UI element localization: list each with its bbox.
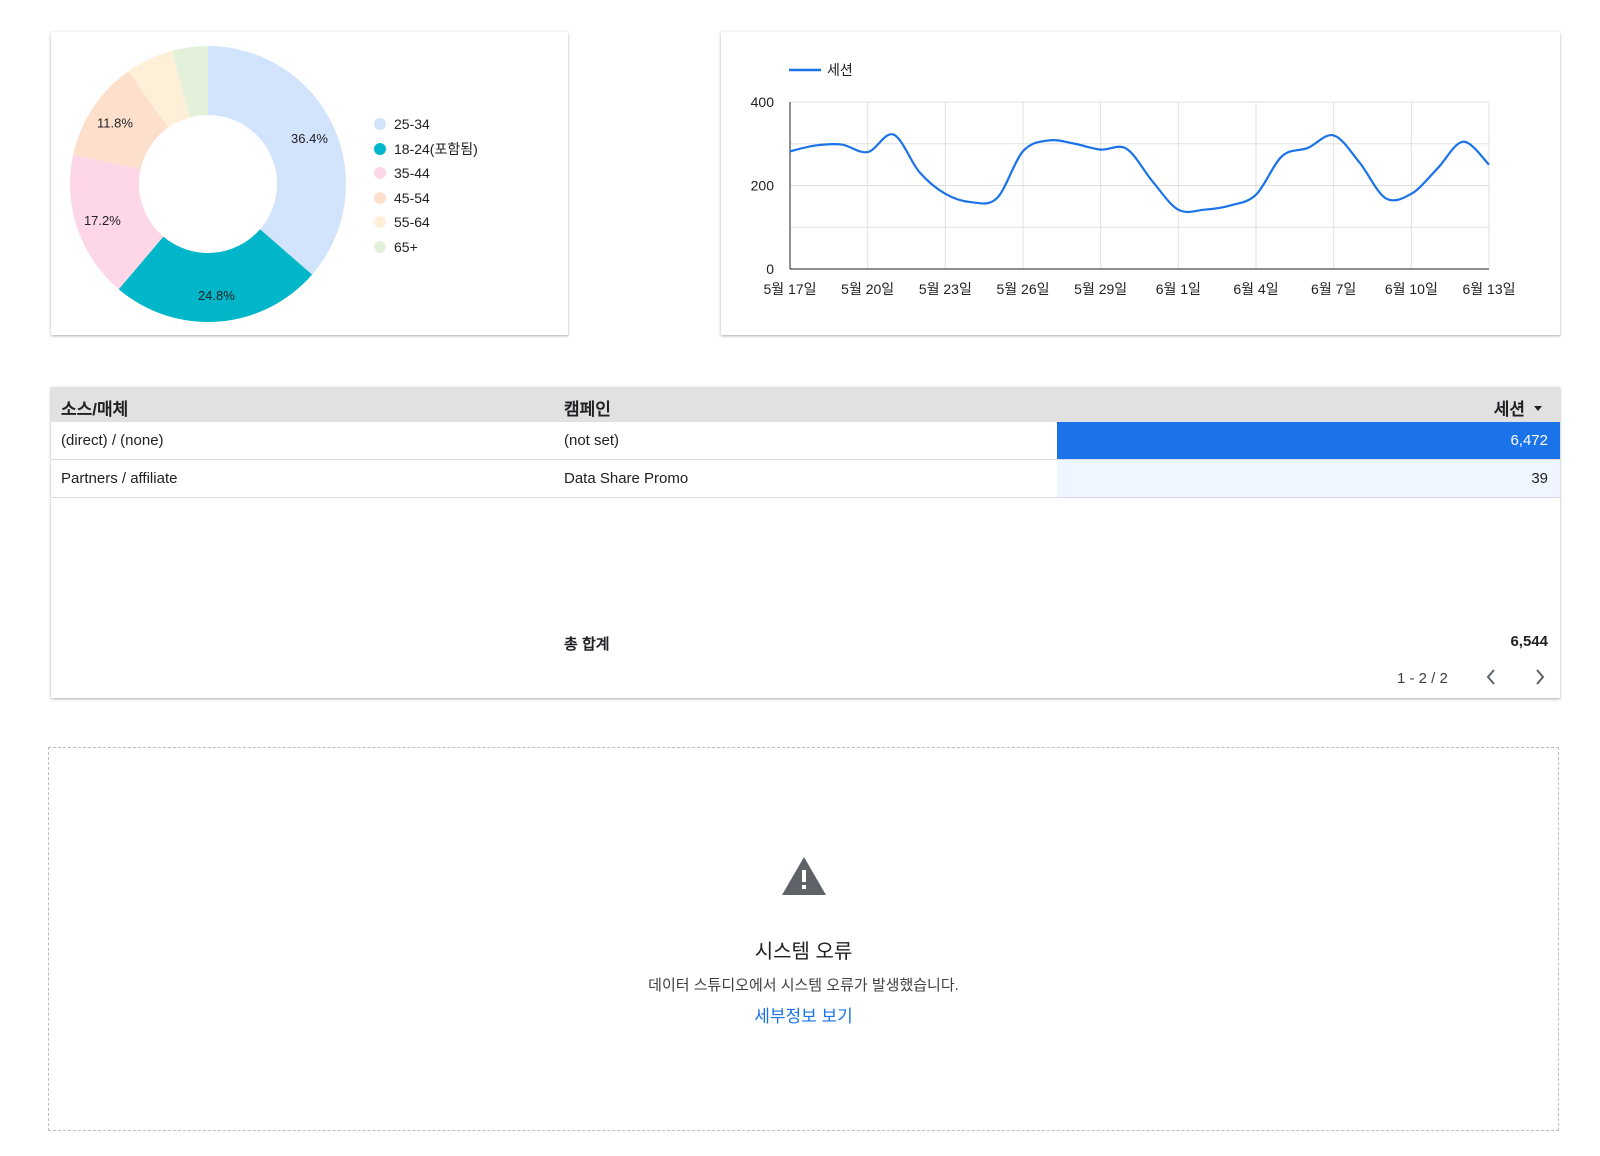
x-tick-label: 5월 29일: [1074, 281, 1127, 297]
legend-item[interactable]: 25-34: [374, 112, 478, 137]
chevron-left-icon: [1486, 669, 1495, 685]
cell-source: Partners / affiliate: [61, 470, 178, 487]
age-donut-chart: 36.4% 24.8% 17.2% 11.8%: [69, 46, 347, 322]
header-campaign[interactable]: 캠페인: [564, 395, 611, 420]
legend-swatch: [374, 118, 386, 131]
cell-campaign: (not set): [564, 432, 620, 449]
legend-label: 세션: [827, 62, 853, 78]
series-line-sessions[interactable]: [789, 133, 1490, 214]
x-tick-label: 6월 4일: [1233, 281, 1278, 297]
pie-slice[interactable]: [208, 46, 347, 275]
x-tick-label: 5월 26일: [996, 281, 1049, 297]
legend-item[interactable]: 65+: [374, 235, 478, 260]
x-tick-label: 5월 20일: [841, 281, 894, 297]
grand-total-label: 총 합계: [564, 636, 610, 653]
pie-slice-label: 11.8%: [97, 115, 133, 130]
pie-slice-label: 24.8%: [198, 288, 235, 303]
sessions-table: 소스/매체 캠페인 세션 (direct) / (none) (not set)…: [51, 387, 1560, 698]
legend-item[interactable]: 45-54: [374, 186, 478, 211]
pagination-status: 1 - 2 / 2: [1397, 670, 1448, 687]
table-header: 소스/매체 캠페인 세션: [51, 387, 1560, 422]
legend-swatch: [374, 142, 386, 155]
y-tick-label: 0: [766, 261, 774, 277]
error-message: 데이터 스튜디오에서 시스템 오류가 발생했습니다.: [648, 977, 959, 994]
y-tick-label: 400: [751, 94, 775, 110]
sessions-value: 39: [1531, 470, 1548, 487]
x-tick-label: 6월 1일: [1156, 281, 1201, 297]
x-tick-label: 6월 10일: [1385, 281, 1438, 297]
header-sessions-label: 세션: [1493, 400, 1525, 419]
cell-source: (direct) / (none): [61, 432, 164, 449]
x-tick-label: 6월 7일: [1311, 281, 1356, 297]
table-row[interactable]: Partners / affiliate Data Share Promo 39: [51, 460, 1560, 498]
x-tick-label: 6월 13일: [1462, 281, 1515, 297]
error-panel: 시스템 오류 데이터 스튜디오에서 시스템 오류가 발생했습니다. 세부정보 보…: [48, 747, 1559, 1131]
legend-label: 55-64: [394, 214, 430, 231]
y-tick-label: 200: [751, 178, 775, 194]
header-source[interactable]: 소스/매체: [61, 395, 128, 420]
sessions-line-chart: 5월 17일 5월 20일 5월 23일 5월 26일 5월 29일 6월 1일 6월 4일…: [751, 62, 1516, 297]
cell-sessions: 6,472: [1057, 422, 1560, 459]
sessions-value: 6,472: [1510, 432, 1548, 449]
legend-item[interactable]: 55-64: [374, 210, 478, 235]
legend-label: 18-24(포함됨): [394, 140, 478, 157]
cell-sessions: 39: [1057, 460, 1560, 497]
legend-label: 45-54: [394, 189, 430, 206]
sessions-bar: [1057, 460, 1560, 497]
previous-page-button[interactable]: [1477, 663, 1505, 691]
legend-item[interactable]: 18-24(포함됨): [374, 137, 478, 162]
legend-item[interactable]: 35-44: [374, 161, 478, 186]
header-sessions[interactable]: 세션: [1494, 395, 1542, 420]
x-tick-label: 5월 17일: [763, 281, 816, 297]
legend-label: 35-44: [394, 165, 430, 182]
error-title: 시스템 오류: [754, 941, 853, 963]
x-tick-label: 5월 23일: [919, 281, 972, 297]
cell-campaign: Data Share Promo: [564, 470, 689, 487]
grand-total-value: 6,544: [1510, 633, 1548, 650]
legend-label: 25-34: [394, 116, 430, 133]
pie-legend: 25-34 18-24(포함됨) 35-44 45-54 55-64 65+: [374, 112, 478, 259]
sessions-line-chart-card: 5월 17일 5월 20일 5월 23일 5월 26일 5월 29일 6월 1일 6월 4일…: [721, 32, 1560, 335]
chevron-right-icon: [1536, 669, 1545, 685]
table-row[interactable]: (direct) / (none) (not set) 6,472: [51, 422, 1560, 460]
warning-icon: [782, 857, 826, 895]
sessions-bar: [1057, 422, 1560, 459]
age-pie-chart-card: 36.4% 24.8% 17.2% 11.8% 25-34 18-24(포함됨) 35-4…: [51, 32, 568, 335]
view-details-link[interactable]: 세부정보 보기: [49, 1002, 1558, 1027]
sort-desc-icon: [1534, 406, 1542, 412]
legend-swatch: [374, 167, 386, 180]
pie-slice-label: 36.4%: [291, 131, 328, 146]
legend-swatch: [374, 240, 386, 253]
legend-label: 65+: [394, 238, 418, 255]
legend-swatch: [374, 191, 386, 204]
pie-slice-label: 17.2%: [84, 213, 121, 228]
gridlines: [789, 101, 1490, 270]
next-page-button[interactable]: [1526, 663, 1554, 691]
legend-swatch: [374, 216, 386, 229]
